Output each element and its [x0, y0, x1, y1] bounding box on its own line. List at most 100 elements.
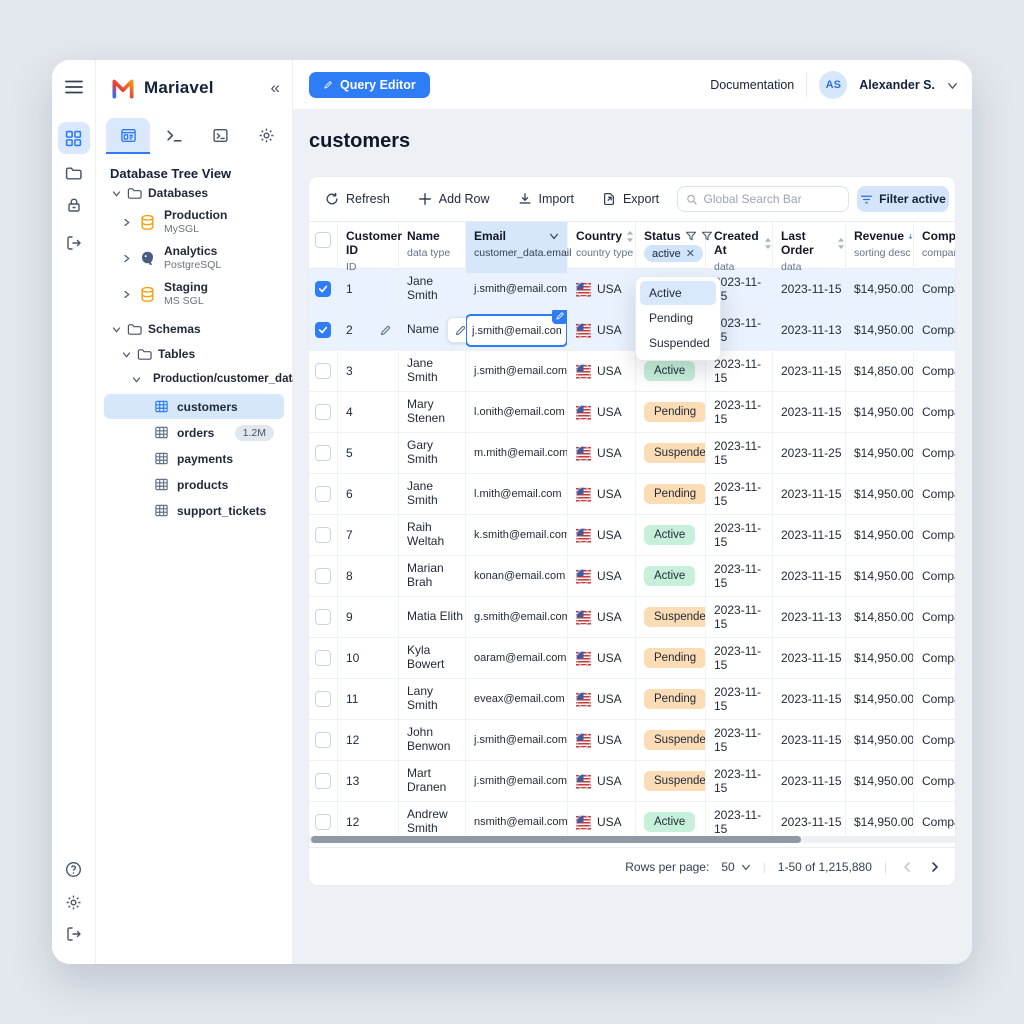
name-cell: Jane Smith — [407, 480, 465, 508]
chevron-down-icon[interactable] — [132, 375, 141, 384]
header-name[interactable]: Name data type — [399, 222, 466, 273]
email-input[interactable] — [472, 325, 561, 337]
tab-terminal[interactable] — [152, 118, 196, 154]
row-checkbox[interactable] — [315, 568, 331, 584]
status-badge[interactable]: Suspended — [644, 730, 706, 750]
remove-filter-icon[interactable]: ✕ — [686, 247, 695, 260]
tree-database-connection[interactable]: Analytics PostgreSQL — [122, 240, 292, 276]
row-checkbox[interactable] — [315, 363, 331, 379]
chevron-down-icon[interactable] — [112, 325, 121, 334]
rows-per-page-select[interactable]: 50 — [721, 860, 750, 874]
header-company[interactable]: Company company — [914, 222, 956, 273]
header-customer-id[interactable]: Customer ID ID — [338, 222, 399, 273]
status-badge[interactable]: Pending — [644, 402, 706, 422]
pencil-icon — [323, 80, 333, 90]
status-badge[interactable]: Active — [644, 525, 695, 545]
chevron-right-icon[interactable] — [122, 254, 131, 263]
page-title: customers — [309, 130, 410, 153]
row-checkbox[interactable] — [315, 773, 331, 789]
tree-table-item[interactable]: customers — [104, 394, 284, 419]
status-badge[interactable]: Pending — [644, 689, 706, 709]
tree-database-connection[interactable]: Staging MS SGL — [122, 276, 292, 312]
status-badge[interactable]: Pending — [644, 648, 706, 668]
refresh-button[interactable]: Refresh — [325, 192, 390, 206]
row-checkbox[interactable] — [315, 445, 331, 461]
header-country[interactable]: Country country type — [568, 222, 636, 273]
chevron-down-icon[interactable] — [947, 80, 958, 91]
import-button[interactable]: Import — [518, 192, 574, 206]
chevron-right-icon[interactable] — [122, 218, 131, 227]
user-name[interactable]: Alexander S. — [859, 78, 935, 92]
row-checkbox[interactable] — [315, 814, 331, 830]
header-status[interactable]: Status active✕ — [636, 222, 706, 273]
header-email[interactable]: Email customer_data.email — [466, 222, 568, 273]
tree-schemas-node[interactable]: Schemas — [96, 318, 292, 340]
table-row: 9 Matia Elith g.smith@email.com USA Susp… — [309, 597, 956, 638]
header-last-order[interactable]: Last Order data — [773, 222, 846, 273]
rail-dashboard-grid-icon[interactable] — [58, 122, 90, 154]
tree-table-item[interactable]: payments — [104, 446, 284, 471]
rail-logout-icon[interactable] — [58, 227, 90, 259]
status-badge[interactable]: Active — [644, 361, 695, 381]
status-badge[interactable]: Suspended — [644, 607, 706, 627]
rail-folder-icon[interactable] — [58, 157, 90, 189]
tree-table-item[interactable]: support_tickets — [104, 498, 284, 523]
sidebar-collapse-icon[interactable]: « — [271, 78, 280, 98]
status-dropdown-option[interactable]: Suspended — [640, 331, 716, 355]
query-editor-button[interactable]: Query Editor — [309, 72, 430, 98]
chevron-right-icon[interactable] — [122, 290, 131, 299]
sort-icon — [764, 238, 772, 249]
tree-database-connection[interactable]: Production MySGL — [122, 204, 292, 240]
chevron-down-icon[interactable] — [122, 350, 131, 359]
row-checkbox[interactable] — [315, 322, 331, 338]
status-badge[interactable]: Suspended — [644, 443, 706, 463]
chevron-down-icon[interactable] — [112, 189, 121, 198]
status-filter-chip[interactable]: active✕ — [644, 245, 703, 262]
help-icon[interactable] — [58, 853, 90, 885]
status-dropdown-option[interactable]: Pending — [640, 306, 716, 330]
row-checkbox[interactable] — [315, 486, 331, 502]
user-avatar[interactable]: AS — [819, 71, 847, 99]
country-cell: USA — [597, 405, 622, 419]
horizontal-scrollbar-thumb[interactable] — [311, 836, 801, 843]
filter-active-button[interactable]: Filter active — [857, 186, 949, 212]
row-checkbox[interactable] — [315, 404, 331, 420]
select-all-checkbox[interactable] — [315, 232, 331, 248]
export-button[interactable]: Export — [602, 192, 659, 206]
filter-funnel-icon[interactable] — [685, 230, 697, 242]
previous-page-button[interactable] — [899, 859, 915, 875]
tab-database-browser[interactable] — [106, 118, 150, 154]
rail-lock-icon[interactable] — [58, 189, 90, 221]
row-checkbox[interactable] — [315, 609, 331, 625]
created-at-cell: 2023-11-15 — [714, 439, 772, 467]
row-checkbox[interactable] — [315, 691, 331, 707]
edit-pencil-icon[interactable] — [379, 324, 392, 337]
row-checkbox[interactable] — [315, 650, 331, 666]
tab-settings[interactable] — [244, 118, 288, 154]
tab-console-window[interactable] — [198, 118, 242, 154]
status-badge[interactable]: Active — [644, 812, 695, 832]
row-checkbox[interactable] — [315, 281, 331, 297]
exit-icon[interactable] — [58, 918, 90, 950]
tree-databases-node[interactable]: Databases — [96, 182, 292, 204]
status-badge[interactable]: Pending — [644, 484, 706, 504]
status-badge[interactable]: Active — [644, 566, 695, 586]
chevron-down-icon[interactable] — [549, 231, 559, 241]
global-search-input[interactable] — [704, 192, 840, 206]
next-page-button[interactable] — [927, 859, 943, 875]
tree-table-item[interactable]: orders 1.2M — [104, 420, 284, 445]
header-created-at[interactable]: Created At data — [706, 222, 773, 273]
hamburger-menu-icon[interactable] — [58, 71, 90, 103]
settings-gear-icon[interactable] — [58, 886, 90, 918]
documentation-link[interactable]: Documentation — [710, 78, 794, 92]
tree-schema-path-node[interactable]: Production/customer_data — [96, 368, 292, 390]
status-badge[interactable]: Suspended — [644, 771, 706, 791]
header-revenue[interactable]: Revenue sorting desc — [846, 222, 914, 273]
row-checkbox[interactable] — [315, 732, 331, 748]
add-row-button[interactable]: Add Row — [418, 192, 490, 206]
tree-table-item[interactable]: products — [104, 472, 284, 497]
tree-tables-node[interactable]: Tables — [96, 343, 292, 365]
email-cell: j.smith@email.com — [474, 365, 567, 377]
status-dropdown-option[interactable]: Active — [640, 281, 716, 305]
row-checkbox[interactable] — [315, 527, 331, 543]
